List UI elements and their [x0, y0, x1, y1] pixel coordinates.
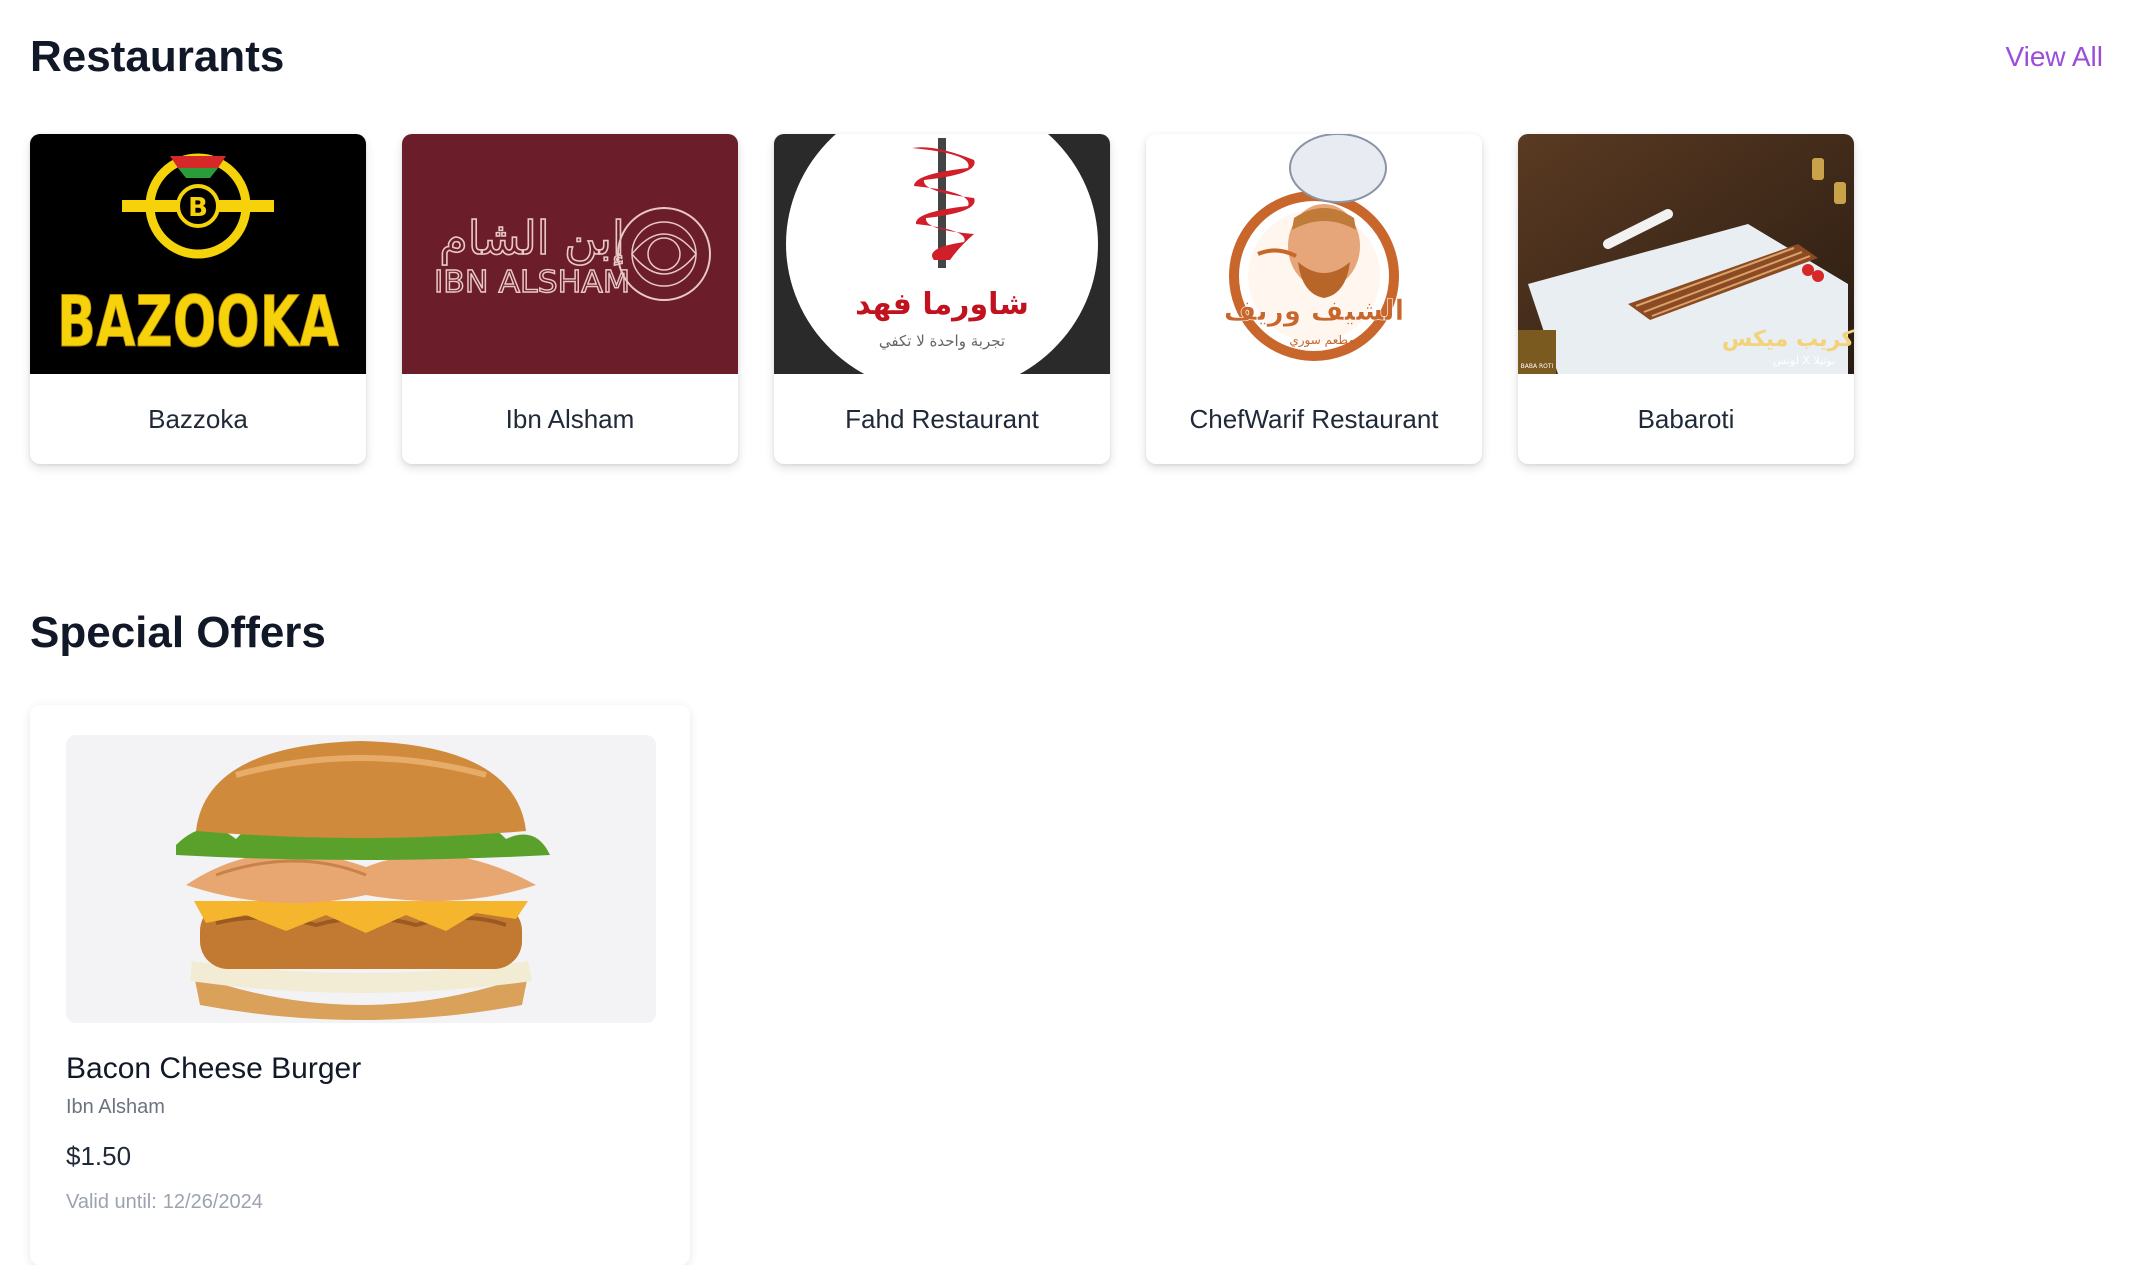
offers-header: Special Offers [30, 608, 2103, 658]
page: Restaurants View All B BAZOOKA Bazzoka إ… [0, 0, 2129, 1265]
ibn-alsham-logo-image: إبن الشام IBN ALSHAM [402, 134, 738, 374]
restaurant-name: Fahd Restaurant [845, 403, 1039, 434]
chefwarif-logo-arabic: الشيف وريف [1224, 294, 1405, 327]
offer-price: $1.50 [66, 1141, 132, 1171]
offer-valid-date: 12/26/2024 [162, 1191, 263, 1213]
offer-valid-until: Valid until: 12/26/2024 [66, 1191, 263, 1214]
babaroti-logo-arabic: كريب ميكس [1722, 327, 1854, 352]
restaurant-card-bazzoka[interactable]: B BAZOOKA Bazzoka [30, 134, 366, 464]
offer-restaurant: Ibn Alsham [66, 1096, 165, 1118]
ibn-alsham-logo-text: IBN ALSHAM [434, 265, 630, 300]
burger-image [66, 735, 656, 1023]
restaurant-card-chefwarif[interactable]: الشيف وريف مطعم سوري ChefWarif Restauran… [1146, 134, 1482, 464]
restaurant-name: Bazzoka [148, 403, 248, 434]
fahd-logo-arabic: شاورما فهد [855, 287, 1029, 322]
restaurants-title: Restaurants [30, 32, 285, 81]
bazzoka-logo-image: B BAZOOKA [30, 134, 366, 374]
offer-image [66, 735, 656, 1023]
restaurant-list: B BAZOOKA Bazzoka إبن الشام IBN ALSHAM I… [30, 134, 1854, 464]
restaurant-name: ChefWarif Restaurant [1189, 403, 1439, 434]
restaurant-card-babaroti[interactable]: كريب ميكس لوتس X نوتيلا BABA ROTI Babaro… [1518, 134, 1854, 464]
bazzoka-logo-text: BAZOOKA [57, 281, 339, 363]
restaurant-name: Ibn Alsham [505, 403, 635, 434]
bazzoka-logo-mark: B [188, 193, 208, 223]
babaroti-crepe-image: كريب ميكس لوتس X نوتيلا BABA ROTI [1518, 134, 1854, 374]
fahd-logo-image: شاورما فهد تجربة واحدة لا تكفي [774, 134, 1110, 374]
offers-title: Special Offers [30, 608, 326, 657]
babaroti-logo-tagline: لوتس X نوتيلا [1773, 354, 1835, 367]
restaurant-card-ibn-alsham[interactable]: إبن الشام IBN ALSHAM Ibn Alsham [402, 134, 738, 464]
restaurants-header: Restaurants View All [30, 32, 2103, 82]
fahd-logo-tagline: تجربة واحدة لا تكفي [879, 332, 1005, 351]
babaroti-logo-brand: BABA ROTI [1521, 363, 1554, 370]
chefwarif-logo-image: الشيف وريف مطعم سوري [1146, 134, 1482, 374]
view-all-link[interactable]: View All [2005, 41, 2103, 73]
restaurant-card-fahd[interactable]: شاورما فهد تجربة واحدة لا تكفي Fahd Rest… [774, 134, 1110, 464]
offer-name: Bacon Cheese Burger [66, 1052, 362, 1085]
offer-valid-label: Valid until: [66, 1191, 157, 1213]
offer-card[interactable]: Bacon Cheese Burger Ibn Alsham $1.50 Val… [30, 705, 690, 1265]
chefwarif-logo-tagline: مطعم سوري [1289, 333, 1354, 348]
restaurant-name: Babaroti [1637, 403, 1735, 434]
ibn-alsham-logo-arabic: إبن الشام [439, 211, 625, 266]
